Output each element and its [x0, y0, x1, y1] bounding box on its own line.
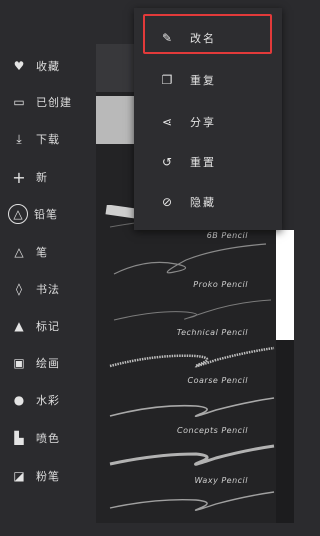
spray-icon: ▙ [14, 431, 24, 445]
sidebar-item-downloads[interactable]: ⤓ 下载 [0, 124, 96, 154]
crayon-icon: ◪ [13, 469, 25, 483]
brush-name: Proko Pencil [193, 280, 248, 289]
pen-icon: △ [14, 245, 24, 259]
reset-icon: ↺ [161, 155, 173, 169]
brush-name: 6B Pencil [206, 231, 248, 240]
sidebar-item-crayon[interactable]: ◪ 粉笔 [0, 461, 96, 491]
menu-item-label: 重置 [190, 156, 216, 169]
plus-icon: + [12, 167, 26, 187]
sidebar-item-marker[interactable]: ▲ 标记 [0, 311, 96, 341]
paint-icon: ▣ [13, 356, 25, 370]
heart-icon: ♥ [13, 59, 25, 73]
sidebar-item-label: 书法 [36, 283, 60, 296]
calligraphy-icon: ◊ [16, 282, 22, 296]
brush-stroke-preview [113, 243, 267, 275]
sidebar-item-paint[interactable]: ▣ 绘画 [0, 348, 96, 378]
brush-stroke-preview [109, 444, 275, 466]
sidebar-item-spray[interactable]: ▙ 喷色 [0, 423, 96, 453]
sidebar-item-pencil[interactable]: △ 铅笔 [0, 199, 96, 229]
brush-item[interactable]: Technical Pencil [96, 290, 276, 338]
menu-item-label: 重复 [190, 74, 216, 87]
duplicate-icon: ❐ [161, 73, 173, 87]
menu-item-reset[interactable]: ↺ 重置 [134, 142, 282, 182]
sidebar-item-created[interactable]: ▭ 已创建 [0, 87, 96, 117]
brush-stroke-preview [109, 491, 275, 511]
sidebar-item-label: 水彩 [36, 394, 60, 407]
brush-name: Technical Pencil [176, 328, 248, 337]
rename-highlight-box [143, 14, 272, 54]
brush-thumbnail-dark [96, 44, 136, 92]
hide-icon: ⊘ [161, 195, 173, 209]
sidebar-item-label: 绘画 [36, 357, 60, 370]
menu-item-label: 分享 [190, 116, 216, 129]
sidebar-item-watercolor[interactable]: ● 水彩 [0, 385, 96, 415]
sidebar-item-label: 下载 [36, 133, 60, 146]
watercolor-icon: ● [13, 393, 25, 407]
brush-item[interactable]: Waxy Pencil [96, 440, 276, 488]
menu-item-label: 隐藏 [190, 196, 216, 209]
sidebar-item-label: 喷色 [36, 432, 60, 445]
sidebar-item-new[interactable]: + 新 [0, 162, 96, 192]
brush-item[interactable] [96, 488, 276, 536]
sidebar-item-label: 收藏 [36, 60, 60, 73]
folder-icon: ▭ [13, 95, 25, 109]
brush-thumbnail-light [96, 96, 136, 144]
sidebar-item-calligraphy[interactable]: ◊ 书法 [0, 274, 96, 304]
brush-name: Waxy Pencil [194, 476, 248, 485]
canvas-edge-dark [276, 340, 294, 523]
sidebar-item-favorites[interactable]: ♥ 收藏 [0, 51, 96, 81]
share-icon: ⋖ [161, 115, 173, 129]
sidebar-item-label: 标记 [36, 320, 60, 333]
menu-item-duplicate[interactable]: ❐ 重复 [134, 60, 282, 100]
brush-stroke-preview [109, 346, 275, 368]
brush-item[interactable]: Coarse Pencil [96, 340, 276, 388]
sidebar-item-label: 粉笔 [36, 470, 60, 483]
menu-item-hide[interactable]: ⊘ 隐藏 [134, 182, 282, 222]
brush-item[interactable]: Proko Pencil [96, 242, 276, 290]
sidebar-item-label: 已创建 [36, 96, 72, 109]
sidebar-item-label: 笔 [36, 246, 48, 259]
pencil-icon: △ [8, 204, 28, 224]
brush-item[interactable]: Concepts Pencil [96, 390, 276, 438]
sidebar-item-pen[interactable]: △ 笔 [0, 237, 96, 267]
download-icon: ⤓ [16, 131, 22, 146]
brush-category-sidebar: ♥ 收藏 ▭ 已创建 ⤓ 下载 + 新 △ 铅笔 △ 笔 ◊ 书法 ▲ 标记 ▣… [0, 0, 96, 523]
brush-name: Coarse Pencil [187, 376, 248, 385]
brush-name: Concepts Pencil [177, 426, 248, 435]
marker-icon: ▲ [14, 319, 24, 333]
sidebar-item-label: 新 [36, 171, 48, 184]
sidebar-item-label: 铅笔 [34, 208, 58, 221]
menu-item-share[interactable]: ⋖ 分享 [134, 102, 282, 142]
